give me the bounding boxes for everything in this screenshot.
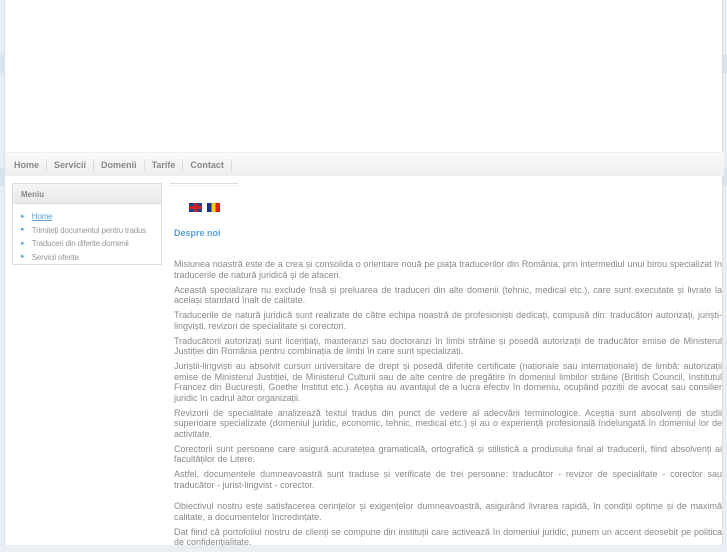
paragraph: Această specializare nu exclude însă și …	[174, 284, 722, 306]
paragraph: Dat fiind că portofoliul nostru de clien…	[174, 526, 722, 548]
arrow-right-icon: ►	[20, 213, 26, 220]
sidebar-item-home[interactable]: ► Home	[20, 210, 161, 224]
paragraph: Misiunea noastră este de a crea și conso…	[174, 259, 722, 280]
page-title: Despre noi	[174, 228, 221, 238]
sidebar-item-trimite[interactable]: ► Trimiteți documentul pentru tradus	[20, 224, 161, 238]
main-nav: Home Servicii Domenii Tarife Contact	[5, 152, 724, 176]
paragraph: Revizorii de specialitate analizează tex…	[174, 407, 722, 439]
language-switcher	[189, 203, 722, 212]
arrow-right-icon: ►	[20, 254, 26, 261]
paragraph: Corectorii sunt persoane care asigură ac…	[174, 443, 722, 465]
paragraph: Juriștii-lingviști au absolvit cursuri u…	[174, 361, 722, 403]
paragraph: Traducerile de natură juridică sunt real…	[174, 310, 722, 331]
sidebar-item-traduceri[interactable]: ► Traduceri din diferite domenii	[20, 237, 161, 251]
romania-flag-icon[interactable]	[207, 203, 220, 212]
nav-contact[interactable]: Contact	[183, 158, 232, 171]
sidebar-title: Meniu	[13, 184, 161, 204]
nav-home[interactable]: Home	[13, 158, 48, 171]
article-body: Misiunea noastră este de a crea și conso…	[174, 259, 722, 548]
sidebar-menu: Meniu ► Home ► Trimiteți documentul pentru…	[12, 183, 162, 265]
paragraph: Astfel, documentele dumneavoastră sunt t…	[174, 469, 722, 490]
main-content: Despre noi Misiunea noastră este de a cr…	[170, 183, 722, 552]
divider	[170, 183, 238, 186]
arrow-right-icon: ►	[20, 240, 26, 247]
nav-servicii[interactable]: Servicii	[47, 158, 95, 171]
paragraph: Traducătorii autorizați sunt licențiați,…	[174, 335, 722, 357]
nav-domenii[interactable]: Domenii	[94, 158, 145, 171]
page-frame: Home Servicii Domenii Tarife Contact Men…	[4, 0, 724, 547]
sidebar-item-servicii[interactable]: ► Servicii oferite	[20, 251, 161, 265]
arrow-right-icon: ►	[20, 227, 26, 234]
uk-flag-icon[interactable]	[189, 203, 202, 212]
paragraph: Obiectivul nostru este satisfacerea ceri…	[174, 501, 722, 522]
nav-tarife[interactable]: Tarife	[145, 158, 184, 171]
